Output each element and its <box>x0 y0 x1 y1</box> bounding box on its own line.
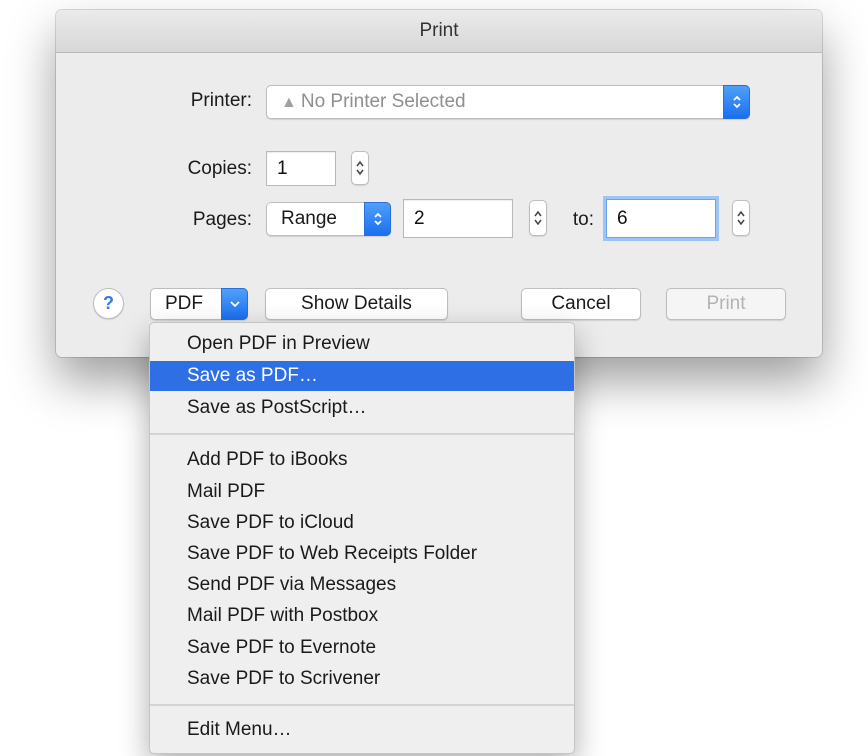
menu-item-save-pdf-to-scrivener[interactable]: Save PDF to Scrivener <box>150 664 574 694</box>
chevron-down-icon <box>229 301 240 308</box>
show-details-button[interactable]: Show Details <box>265 288 448 320</box>
pdf-menu-button[interactable]: PDF <box>150 288 248 320</box>
pages-mode-popup[interactable]: Range <box>266 202 391 236</box>
menu-item-save-pdf-to-evernote[interactable]: Save PDF to Evernote <box>150 633 574 663</box>
help-button[interactable]: ? <box>93 288 124 319</box>
stepper-icon <box>356 160 364 176</box>
up-down-chevron-icon <box>732 95 741 109</box>
menu-item-mail-pdf-with-postbox[interactable]: Mail PDF with Postbox <box>150 601 574 631</box>
printer-popup-arrows <box>723 85 750 119</box>
pages-from-field[interactable]: 2 <box>403 199 513 238</box>
warning-icon: ▲ <box>281 94 297 111</box>
pages-to-stepper[interactable] <box>732 200 750 236</box>
pages-mode-arrows <box>364 202 391 236</box>
dialog-title: Print <box>56 10 822 53</box>
menu-item-edit-menu[interactable]: Edit Menu… <box>150 715 574 745</box>
menu-item-save-pdf-to-icloud[interactable]: Save PDF to iCloud <box>150 508 574 538</box>
up-down-chevron-icon <box>373 212 382 226</box>
pdf-menu-arrow <box>221 288 248 320</box>
pdf-dropdown-menu: Open PDF in Preview Save as PDF… Save as… <box>149 322 575 754</box>
printer-label: Printer: <box>190 90 252 111</box>
help-icon: ? <box>103 293 114 313</box>
cancel-button[interactable]: Cancel <box>521 288 641 320</box>
pages-to-field[interactable]: 6 <box>606 199 716 238</box>
copies-stepper[interactable] <box>351 151 369 185</box>
menu-item-open-pdf-in-preview[interactable]: Open PDF in Preview <box>150 329 574 359</box>
print-button[interactable]: Print <box>666 288 786 320</box>
menu-item-save-pdf-to-web-receipts[interactable]: Save PDF to Web Receipts Folder <box>150 539 574 569</box>
pages-label: Pages: <box>192 209 252 230</box>
stepper-icon <box>737 210 745 226</box>
print-dialog: Print Printer: ▲ No Printer Selected Copi… <box>56 10 822 357</box>
menu-separator <box>150 433 574 435</box>
menu-separator <box>150 704 574 706</box>
copies-field[interactable]: 1 <box>266 151 336 186</box>
printer-popup[interactable]: ▲ No Printer Selected <box>266 85 750 119</box>
copies-label: Copies: <box>187 158 252 179</box>
pdf-button-label: PDF <box>165 293 203 314</box>
menu-item-save-as-postscript[interactable]: Save as PostScript… <box>150 393 574 423</box>
pages-to-label: to: <box>572 209 594 230</box>
pages-mode-value: Range <box>281 208 337 229</box>
pages-from-stepper[interactable] <box>529 200 547 236</box>
stepper-icon <box>534 210 542 226</box>
menu-item-mail-pdf[interactable]: Mail PDF <box>150 477 574 507</box>
printer-value: ▲ No Printer Selected <box>281 91 466 112</box>
menu-item-save-as-pdf[interactable]: Save as PDF… <box>150 361 574 391</box>
menu-item-send-pdf-via-messages[interactable]: Send PDF via Messages <box>150 570 574 600</box>
menu-item-add-pdf-to-ibooks[interactable]: Add PDF to iBooks <box>150 445 574 475</box>
